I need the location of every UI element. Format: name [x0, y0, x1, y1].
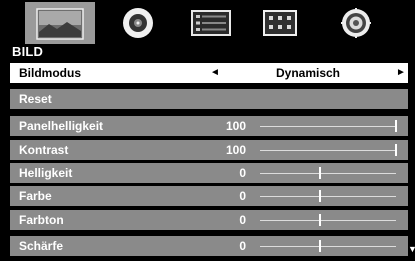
gear-icon	[341, 8, 371, 38]
backlight-slider-thumb[interactable]	[395, 120, 397, 132]
brightness-value: 0	[239, 166, 246, 180]
tab-settings[interactable]	[190, 0, 232, 46]
reset-row[interactable]: Reset	[10, 89, 408, 109]
arrow-right-icon[interactable]: ►	[396, 67, 406, 78]
contrast-row[interactable]: Kontrast 100	[10, 140, 408, 160]
color-row[interactable]: Farbe 0	[10, 186, 408, 206]
brightness-slider-thumb[interactable]	[319, 167, 322, 179]
scroll-down-icon[interactable]: ▼	[408, 244, 415, 254]
tint-slider-thumb[interactable]	[319, 214, 322, 226]
color-label: Farbe	[19, 189, 52, 203]
sharpness-row[interactable]: Schärfe 0	[10, 236, 408, 256]
grid-options-icon	[263, 10, 297, 36]
backlight-value: 100	[225, 119, 246, 133]
backlight-row[interactable]: Panelhelligkeit 100	[10, 116, 408, 136]
section-title: BILD	[12, 44, 44, 59]
color-value: 0	[239, 189, 246, 203]
tab-picture[interactable]	[24, 0, 96, 46]
tint-slider-track[interactable]	[260, 220, 396, 221]
tint-row[interactable]: Farbton 0	[10, 210, 408, 230]
tab-sound[interactable]	[120, 0, 156, 46]
backlight-label: Panelhelligkeit	[19, 119, 104, 133]
settings-list-icon	[191, 10, 231, 36]
picture-mode-label: Bildmodus	[19, 66, 81, 80]
contrast-value: 100	[225, 143, 246, 157]
contrast-slider-thumb[interactable]	[395, 144, 397, 156]
picture-icon	[25, 2, 95, 44]
brightness-slider-track[interactable]	[260, 173, 396, 174]
menu-tab-bar	[0, 0, 415, 46]
picture-mode-row[interactable]: Bildmodus ◄ Dynamisch ►	[10, 63, 408, 83]
color-slider-track[interactable]	[260, 196, 396, 197]
reset-label: Reset	[19, 92, 52, 106]
sharpness-value: 0	[239, 239, 246, 253]
arrow-left-icon[interactable]: ◄	[210, 67, 220, 78]
picture-mode-value: Dynamisch	[275, 66, 341, 80]
contrast-label: Kontrast	[19, 143, 69, 157]
sharpness-slider-track[interactable]	[260, 246, 396, 247]
backlight-slider-track[interactable]	[260, 126, 396, 127]
tab-setup[interactable]	[338, 0, 374, 46]
brightness-row[interactable]: Helligkeit 0	[10, 163, 408, 183]
sharpness-label: Schärfe	[19, 239, 64, 253]
color-slider-thumb[interactable]	[319, 190, 322, 202]
tint-value: 0	[239, 213, 246, 227]
sharpness-slider-thumb[interactable]	[319, 240, 322, 252]
tint-label: Farbton	[19, 213, 64, 227]
tab-options[interactable]	[262, 0, 298, 46]
brightness-label: Helligkeit	[19, 166, 73, 180]
speaker-icon	[123, 8, 153, 38]
contrast-slider-track[interactable]	[260, 150, 396, 151]
